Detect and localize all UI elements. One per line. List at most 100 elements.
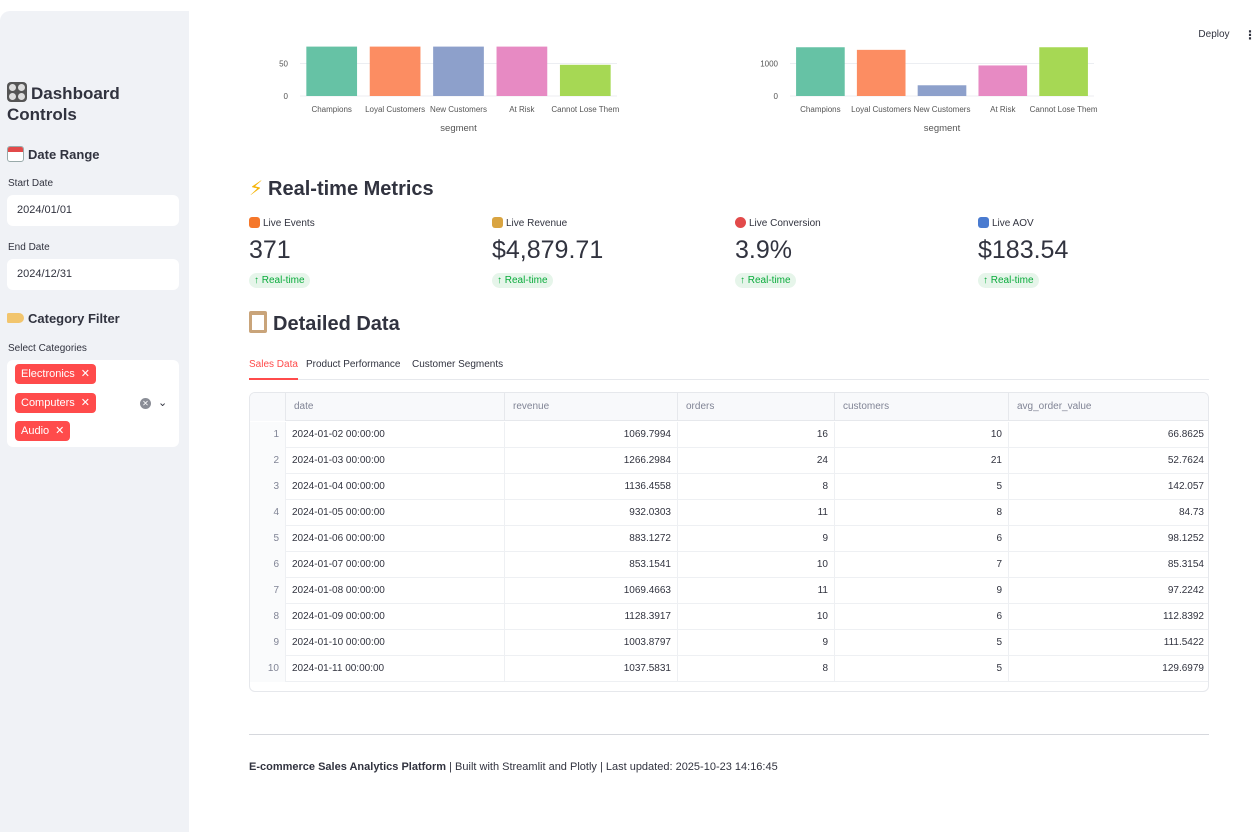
table-cell[interactable]: 2024-01-02 00:00:00 (286, 422, 505, 448)
column-header-date[interactable]: date (286, 393, 505, 421)
category-multiselect[interactable]: Electronics ✕ Computers ✕ Audio ✕ ✕ ⌄ (7, 360, 179, 447)
table-cell[interactable]: 24 (678, 448, 835, 474)
remove-chip-icon[interactable]: ✕ (81, 397, 90, 409)
table-cell[interactable]: 2024-01-06 00:00:00 (286, 526, 505, 552)
table-cell[interactable]: 129.6979 (1009, 656, 1208, 682)
table-row[interactable]: 9 2024-01-10 00:00:00 1003.8797 9 5 111.5422 (250, 630, 1208, 656)
chevron-down-icon[interactable]: ⌄ (158, 396, 167, 409)
row-index-cell[interactable]: 2 (250, 448, 286, 474)
table-cell[interactable]: 2024-01-07 00:00:00 (286, 552, 505, 578)
table-cell[interactable]: 1136.4558 (505, 474, 678, 500)
table-cell[interactable]: 932.0303 (505, 500, 678, 526)
table-cell[interactable]: 2024-01-03 00:00:00 (286, 448, 505, 474)
remove-chip-icon[interactable]: ✕ (55, 425, 64, 437)
row-index-cell[interactable]: 3 (250, 474, 286, 500)
table-cell[interactable]: 853.1541 (505, 552, 678, 578)
table-row[interactable]: 5 2024-01-06 00:00:00 883.1272 9 6 98.1252 (250, 526, 1208, 552)
end-date-label: End Date (8, 242, 50, 253)
table-cell[interactable]: 7 (835, 552, 1009, 578)
table-cell[interactable]: 8 (678, 474, 835, 500)
table-cell[interactable]: 1069.4663 (505, 578, 678, 604)
clipboard-icon (249, 311, 267, 333)
x-axis-label: segment (440, 123, 477, 134)
table-cell[interactable]: 52.7624 (1009, 448, 1208, 474)
row-index-cell[interactable]: 1 (250, 422, 286, 448)
column-header-avg-order-value[interactable]: avg_order_value (1009, 393, 1208, 421)
table-cell[interactable]: 883.1272 (505, 526, 678, 552)
table-cell[interactable]: 142.057 (1009, 474, 1208, 500)
tab-customer-segments[interactable]: Customer Segments (412, 356, 503, 373)
bar (917, 85, 967, 96)
table-cell[interactable]: 2024-01-05 00:00:00 (286, 500, 505, 526)
row-index-cell[interactable]: 8 (250, 604, 286, 630)
table-cell[interactable]: 8 (835, 500, 1009, 526)
table-cell[interactable]: 2024-01-11 00:00:00 (286, 656, 505, 682)
table-cell[interactable]: 2024-01-10 00:00:00 (286, 630, 505, 656)
row-index-cell[interactable]: 9 (250, 630, 286, 656)
table-cell[interactable]: 10 (678, 604, 835, 630)
row-index-cell[interactable]: 10 (250, 656, 286, 682)
table-cell[interactable]: 1037.5831 (505, 656, 678, 682)
table-row[interactable]: 4 2024-01-05 00:00:00 932.0303 11 8 84.73 (250, 500, 1208, 526)
table-cell[interactable]: 9 (835, 578, 1009, 604)
table-cell[interactable]: 2024-01-08 00:00:00 (286, 578, 505, 604)
metric-delta: ↑ Real-time (492, 273, 553, 288)
column-header-customers[interactable]: customers (835, 393, 1009, 421)
table-cell[interactable]: 6 (835, 604, 1009, 630)
table-cell[interactable]: 5 (835, 630, 1009, 656)
table-cell[interactable]: 1003.8797 (505, 630, 678, 656)
clear-all-icon[interactable]: ✕ (140, 398, 151, 409)
table-row[interactable]: 10 2024-01-11 00:00:00 1037.5831 8 5 129.6979 (250, 656, 1208, 682)
table-cell[interactable]: 9 (678, 630, 835, 656)
table-cell[interactable]: 21 (835, 448, 1009, 474)
table-cell[interactable]: 112.8392 (1009, 604, 1208, 630)
table-row[interactable]: 8 2024-01-09 00:00:00 1128.3917 10 6 112.8392 (250, 604, 1208, 630)
end-date-input[interactable]: 2024/12/31 (7, 259, 179, 290)
table-row[interactable]: 6 2024-01-07 00:00:00 853.1541 10 7 85.3154 (250, 552, 1208, 578)
table-cell[interactable]: 85.3154 (1009, 552, 1208, 578)
table-cell[interactable]: 10 (835, 422, 1009, 448)
start-date-input[interactable]: 2024/01/01 (7, 195, 179, 226)
table-row[interactable]: 7 2024-01-08 00:00:00 1069.4663 11 9 97.2242 (250, 578, 1208, 604)
column-header-revenue[interactable]: revenue (505, 393, 678, 421)
table-row[interactable]: 2 2024-01-03 00:00:00 1266.2984 24 21 52.7624 (250, 448, 1208, 474)
column-header-orders[interactable]: orders (678, 393, 835, 421)
table-cell[interactable]: 9 (678, 526, 835, 552)
table-row[interactable]: 3 2024-01-04 00:00:00 1136.4558 8 5 142.057 (250, 474, 1208, 500)
table-cell[interactable]: 98.1252 (1009, 526, 1208, 552)
table-cell[interactable]: 2024-01-09 00:00:00 (286, 604, 505, 630)
tab-product-performance[interactable]: Product Performance (306, 356, 401, 373)
table-cell[interactable]: 66.8625 (1009, 422, 1208, 448)
remove-chip-icon[interactable]: ✕ (81, 368, 90, 380)
date-range-heading: Date Range (7, 146, 100, 162)
table-cell[interactable]: 5 (835, 656, 1009, 682)
table-cell[interactable]: 11 (678, 500, 835, 526)
table-cell[interactable]: 1266.2984 (505, 448, 678, 474)
table-cell[interactable]: 5 (835, 474, 1009, 500)
table-cell[interactable]: 2024-01-04 00:00:00 (286, 474, 505, 500)
table-cell[interactable]: 97.2242 (1009, 578, 1208, 604)
kebab-menu-icon[interactable]: ⋮ (1244, 26, 1256, 44)
table-cell[interactable]: 111.5422 (1009, 630, 1208, 656)
row-index-cell[interactable]: 4 (250, 500, 286, 526)
table-cell[interactable]: 6 (835, 526, 1009, 552)
table-cell[interactable]: 10 (678, 552, 835, 578)
row-index-cell[interactable]: 7 (250, 578, 286, 604)
category-chip[interactable]: Audio ✕ (15, 421, 71, 441)
tab-sales-data[interactable]: Sales Data (249, 356, 298, 380)
deploy-button[interactable]: Deploy (1193, 26, 1235, 44)
category-chip[interactable]: Computers ✕ (15, 393, 97, 413)
table-cell[interactable]: 84.73 (1009, 500, 1208, 526)
table-cell[interactable]: 8 (678, 656, 835, 682)
row-index-cell[interactable]: 5 (250, 526, 286, 552)
metric-live-conversion: Live Conversion 3.9% ↑ Real-time (735, 216, 965, 288)
category-chip[interactable]: Electronics ✕ (15, 364, 97, 384)
table-cell[interactable]: 16 (678, 422, 835, 448)
table-cell[interactable]: 1069.7994 (505, 422, 678, 448)
row-index-cell[interactable]: 6 (250, 552, 286, 578)
metric-value: $4,879.71 (492, 236, 604, 264)
sales-data-table[interactable]: date revenue orders customers avg_order_… (249, 392, 1209, 692)
table-row[interactable]: 1 2024-01-02 00:00:00 1069.7994 16 10 66.8625 (250, 422, 1208, 448)
table-cell[interactable]: 11 (678, 578, 835, 604)
table-cell[interactable]: 1128.3917 (505, 604, 678, 630)
